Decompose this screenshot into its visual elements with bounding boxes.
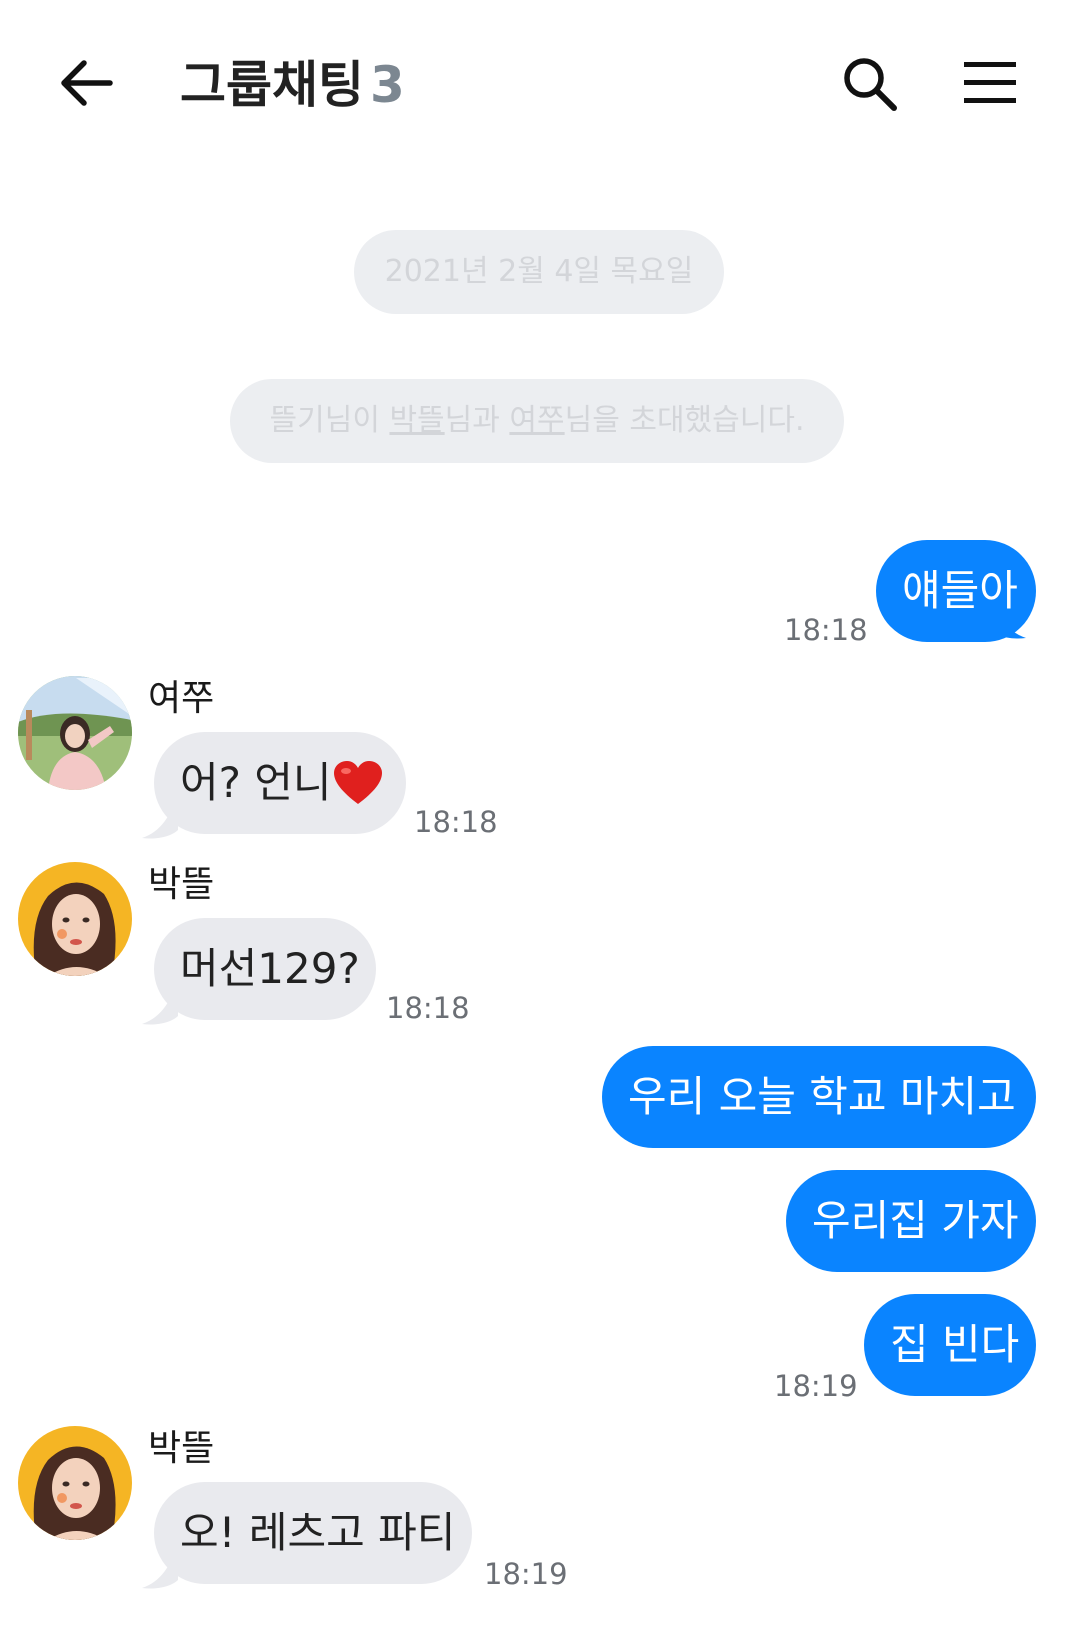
invited-user-link[interactable]: 박뜰 [389,403,444,438]
date-divider: 2021년 2월 4일 목요일 [354,230,724,314]
message-time: 18:18 [414,805,498,839]
red-heart-icon [333,760,382,804]
message-time: 18:19 [484,1557,568,1591]
hamburger-menu-icon [964,62,1016,103]
sender-name: 박뜰 [148,864,215,905]
chat-header: 그룹채팅 3 [0,0,1080,170]
menu-button[interactable] [962,58,1018,108]
chat-title: 그룹채팅 3 [180,50,405,120]
search-button[interactable] [840,54,900,114]
message-bubble-outgoing[interactable]: 우리집 가자 [786,1170,1036,1272]
message-time: 18:19 [774,1369,858,1403]
message-bubble-outgoing[interactable]: 집 빈다 [864,1294,1036,1396]
search-icon [844,58,897,111]
invite-mid: 님과 [444,403,510,438]
avatar[interactable] [18,676,132,790]
invite-notice: 뜰기님이 박뜰님과 여쭈님을 초대했습니다. [230,379,844,463]
profile-photo-icon [18,1426,132,1540]
profile-photo-icon [18,862,132,976]
invited-user-link[interactable]: 여쭈 [509,403,564,438]
arrow-left-icon [61,60,113,106]
message-time: 18:18 [386,991,470,1025]
message-bubble-incoming[interactable]: 머선129? [154,918,376,1020]
invite-prefix: 뜰기님이 [269,403,390,438]
back-button[interactable] [58,54,116,112]
avatar[interactable] [18,862,132,976]
sender-name: 박뜰 [148,1428,215,1469]
avatar[interactable] [18,1426,132,1540]
message-bubble-outgoing[interactable]: 얘들아 [876,540,1036,642]
message-bubble-outgoing[interactable]: 우리 오늘 학교 마치고 [602,1046,1036,1148]
message-time: 18:18 [784,613,868,647]
message-bubble-incoming[interactable]: 어? 언니 [154,732,406,834]
message-text: 어? 언니 [180,758,332,807]
member-count: 3 [370,56,405,114]
invite-suffix: 님을 초대했습니다. [564,403,805,438]
chat-title-text: 그룹채팅 [180,56,364,114]
sender-name: 여쭈 [148,678,215,719]
profile-photo-icon [18,676,132,790]
message-bubble-incoming[interactable]: 오! 레츠고 파티 [154,1482,472,1584]
